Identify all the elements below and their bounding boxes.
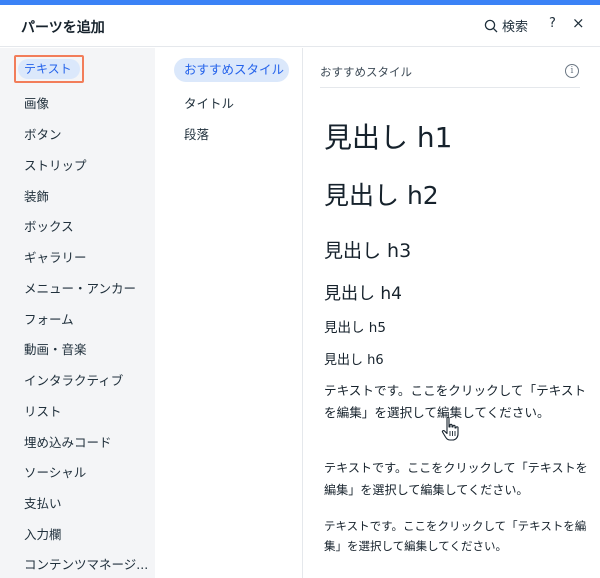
- category-item-box[interactable]: ボックス: [24, 216, 74, 235]
- hand-pointer-icon: [441, 416, 459, 441]
- category-item-embed-code[interactable]: 埋め込みコード: [24, 432, 112, 451]
- category-item-gallery[interactable]: ギャラリー: [24, 247, 87, 266]
- heading-h6-preset[interactable]: 見出し h6: [324, 349, 384, 368]
- category-item-cms[interactable]: コンテンツマネージ...: [24, 554, 148, 573]
- category-item-list[interactable]: リスト: [24, 401, 62, 420]
- help-button[interactable]: ?: [549, 16, 556, 31]
- category-item-interactive[interactable]: インタラクティブ: [24, 370, 123, 389]
- category-item-menu-anchor[interactable]: メニュー・アンカー: [24, 278, 136, 297]
- search-button[interactable]: 検索: [484, 16, 528, 35]
- category-item-video-music[interactable]: 動画・音楽: [24, 339, 87, 358]
- subcategory-item-recommended[interactable]: おすすめスタイル: [174, 58, 289, 82]
- category-item-decorative[interactable]: 装飾: [24, 186, 49, 205]
- heading-h4-preset[interactable]: 見出し h4: [324, 279, 402, 304]
- category-item-button[interactable]: ボタン: [24, 124, 62, 143]
- category-item-text[interactable]: テキスト: [14, 55, 84, 83]
- panel-header: パーツを追加 検索 ? ×: [0, 5, 600, 47]
- category-item-label: テキスト: [18, 59, 80, 79]
- category-item-social[interactable]: ソーシャル: [24, 462, 86, 481]
- category-item-form[interactable]: フォーム: [24, 309, 74, 328]
- subcategory-column: おすすめスタイル タイトル 段落: [155, 48, 303, 578]
- info-icon[interactable]: i: [565, 64, 579, 78]
- category-item-input[interactable]: 入力欄: [24, 524, 62, 543]
- section-divider: [320, 87, 580, 88]
- heading-h2-preset[interactable]: 見出し h2: [324, 176, 439, 212]
- category-item-image[interactable]: 画像: [24, 93, 49, 112]
- heading-h3-preset[interactable]: 見出し h3: [324, 236, 411, 263]
- paragraph-preset-medium[interactable]: テキストです。ここをクリックして「テキストを編集」を選択して編集してください。: [324, 458, 592, 501]
- subcategory-item-title[interactable]: タイトル: [184, 93, 234, 112]
- category-item-strip[interactable]: ストリップ: [24, 155, 87, 174]
- paragraph-preset-small[interactable]: テキストです。ここをクリックして「テキストを編集」を選択して編集してください。: [324, 516, 592, 557]
- category-item-payments[interactable]: 支払い: [24, 493, 62, 512]
- subcategory-item-paragraph[interactable]: 段落: [184, 124, 209, 143]
- heading-h5-preset[interactable]: 見出し h5: [324, 316, 386, 336]
- panel-title: パーツを追加: [21, 20, 105, 36]
- close-button[interactable]: ×: [572, 14, 585, 32]
- search-icon: [484, 19, 498, 32]
- search-label: 検索: [502, 20, 529, 35]
- category-sidebar: テキスト 画像 ボタン ストリップ 装飾 ボックス ギャラリー メニュー・アンカ…: [0, 48, 155, 578]
- preview-panel: おすすめスタイル i 見出し h1 見出し h2 見出し h3 見出し h4 見…: [304, 48, 600, 578]
- heading-h1-preset[interactable]: 見出し h1: [324, 116, 452, 156]
- section-title: おすすめスタイル: [320, 65, 412, 79]
